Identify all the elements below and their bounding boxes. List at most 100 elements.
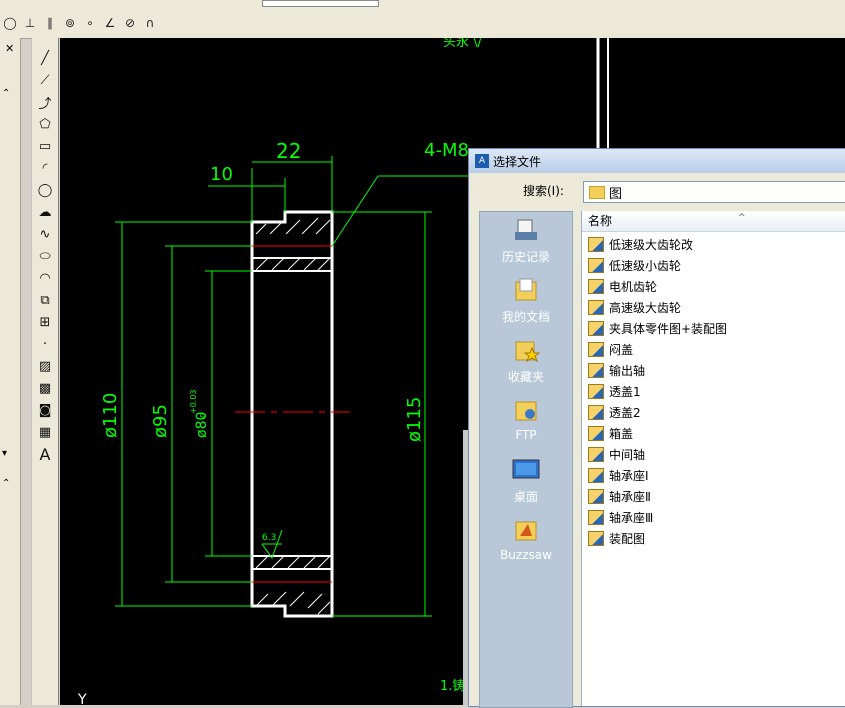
osnap-icon[interactable]: ∩ — [142, 15, 158, 31]
column-header-name[interactable]: ^ 名称 — [582, 211, 845, 232]
file-item[interactable]: 中间轴 — [588, 444, 645, 465]
ellipse-arc-icon[interactable]: ◠ — [34, 268, 56, 288]
dwg-file-icon — [588, 384, 604, 399]
file-list[interactable]: ^ 名称 低速级大齿轮改 低速级小齿轮 电机齿轮 高速级大齿轮 夹具体零件图+装… — [581, 211, 845, 706]
file-item[interactable]: 输出轴 — [588, 360, 645, 381]
file-item[interactable]: 低速级大齿轮改 — [588, 234, 693, 255]
file-item[interactable]: 轴承座Ⅲ — [588, 507, 653, 528]
hatch-icon[interactable]: ▨ — [34, 356, 56, 376]
line-icon[interactable]: ╱ — [34, 48, 56, 68]
dwg-file-icon — [588, 447, 604, 462]
search-in-dropdown[interactable]: 图 — [583, 181, 845, 203]
collapse-icon-2[interactable]: ⌃ — [2, 478, 10, 489]
polygon-icon[interactable]: ⬠ — [34, 114, 56, 134]
revcloud-icon[interactable]: ☁ — [34, 202, 56, 222]
dim-d80-tol-upper: +0.03 — [189, 389, 198, 414]
place-favorites[interactable]: 收藏夹 — [480, 332, 572, 390]
collapse-icon[interactable]: ⌃ — [2, 88, 10, 99]
polyline-icon[interactable]: ⤴ — [34, 92, 56, 112]
dwg-file-icon — [588, 279, 604, 294]
file-item[interactable]: 轴承座Ⅰ — [588, 465, 649, 486]
dimension-lines — [115, 156, 510, 617]
desktop-icon — [512, 459, 540, 479]
parallel-icon[interactable]: ∥ — [42, 15, 58, 31]
places-bar: 历史记录 我的文档 收藏夹 FTP 桌面 Buzzsaw — [479, 211, 573, 708]
dim-4m8-label: 4-M8 — [424, 140, 469, 161]
left-panel: ✕ ⌃ ▾ ⌃ — [0, 38, 21, 705]
dwg-file-icon — [588, 237, 604, 252]
favorites-icon — [515, 341, 541, 363]
file-item[interactable]: 透盖2 — [588, 402, 641, 423]
dim-d115-label: ø115 — [404, 397, 425, 442]
select-file-dialog: A 选择文件 搜索(I): 图 历史记录 我的文档 收藏夹 FTP 桌面 Buz… — [468, 148, 845, 708]
place-desktop[interactable]: 桌面 — [480, 452, 572, 510]
roughness-label: 6.3 — [262, 533, 276, 543]
file-item[interactable]: 电机齿轮 — [588, 276, 657, 297]
spline-icon[interactable]: ∿ — [34, 224, 56, 244]
sort-ascending-icon: ^ — [738, 213, 746, 223]
insert-block-icon[interactable]: ⧉ — [34, 290, 56, 310]
no-snap-icon[interactable]: ⊘ — [122, 15, 138, 31]
dim-10-label: 10 — [210, 164, 233, 185]
gradient-icon[interactable]: ▩ — [34, 378, 56, 398]
dwg-file-icon — [588, 510, 604, 525]
dwg-file-icon — [588, 300, 604, 315]
place-ftp[interactable]: FTP — [480, 392, 572, 450]
angle-icon[interactable]: ∠ — [102, 15, 118, 31]
dim-22-label: 22 — [276, 139, 301, 163]
table-icon[interactable]: ▦ — [34, 422, 56, 442]
buzzsaw-icon — [515, 521, 537, 541]
autocad-app-icon: A — [475, 154, 489, 168]
node-icon[interactable]: ∘ — [82, 15, 98, 31]
draw-toolbar: ╱ ⟋ ⤴ ⬠ ▭ ◜ ◯ ☁ ∿ ⬭ ◠ ⧉ ⊞ · ▨ ▩ ◙ ▦ A — [31, 38, 59, 705]
circle-tool-icon[interactable]: ◯ — [34, 180, 56, 200]
circle-icon[interactable]: ◯ — [2, 15, 18, 31]
rectangle-icon[interactable]: ▭ — [34, 136, 56, 156]
file-item[interactable]: 箱盖 — [588, 423, 633, 444]
ucs-y-label: Y — [77, 692, 87, 705]
dwg-file-icon — [588, 342, 604, 357]
hatch-top — [255, 217, 331, 271]
dwg-file-icon — [588, 405, 604, 420]
file-item[interactable]: 高速级大齿轮 — [588, 297, 681, 318]
snap-icon[interactable]: ⊚ — [62, 15, 78, 31]
dwg-file-icon — [588, 489, 604, 504]
close-icon[interactable]: ✕ — [5, 42, 14, 55]
dwg-file-icon — [588, 321, 604, 336]
place-my-documents[interactable]: 我的文档 — [480, 272, 572, 330]
dialog-titlebar[interactable]: A 选择文件 — [469, 149, 845, 173]
ftp-icon — [515, 401, 537, 421]
note-1-text: 1.铸 — [440, 678, 465, 694]
perpendicular-icon[interactable]: ⊥ — [22, 15, 38, 31]
dialog-title: 选择文件 — [493, 154, 542, 169]
dwg-file-icon — [588, 258, 604, 273]
file-item[interactable]: 透盖1 — [588, 381, 641, 402]
dwg-file-icon — [588, 426, 604, 441]
file-item[interactable]: 低速级小齿轮 — [588, 255, 681, 276]
file-item[interactable]: 装配图 — [588, 528, 645, 549]
ellipse-icon[interactable]: ⬭ — [34, 246, 56, 266]
place-buzzsaw[interactable]: Buzzsaw — [480, 512, 572, 570]
dim-d110-label: ø110 — [100, 393, 121, 438]
my-documents-icon — [515, 278, 537, 301]
dwg-file-icon — [588, 363, 604, 378]
point-icon[interactable]: · — [34, 334, 56, 354]
layer-input[interactable] — [262, 0, 379, 7]
region-icon[interactable]: ◙ — [34, 400, 56, 420]
top-fragment-text: 头永 \/ — [443, 38, 483, 50]
make-block-icon[interactable]: ⊞ — [34, 312, 56, 332]
dwg-file-icon — [588, 531, 604, 546]
folder-icon — [589, 185, 605, 199]
top-toolbar: ◯ ⊥ ∥ ⊚ ∘ ∠ ⊘ ∩ — [0, 0, 845, 39]
arc-icon[interactable]: ◜ — [34, 158, 56, 178]
scroll-down-icon[interactable]: ▾ — [2, 448, 7, 459]
history-icon — [515, 219, 537, 240]
file-item[interactable]: 夹具体零件图+装配图 — [588, 318, 727, 339]
file-item[interactable]: 轴承座Ⅱ — [588, 486, 651, 507]
file-item[interactable]: 闷盖 — [588, 339, 633, 360]
place-history[interactable]: 历史记录 — [480, 212, 572, 270]
construction-line-icon[interactable]: ⟋ — [34, 70, 56, 90]
mtext-icon[interactable]: A — [34, 444, 56, 464]
dim-d80-tol-lower: 0 — [199, 413, 208, 418]
search-label: 搜索(I): — [523, 184, 564, 198]
